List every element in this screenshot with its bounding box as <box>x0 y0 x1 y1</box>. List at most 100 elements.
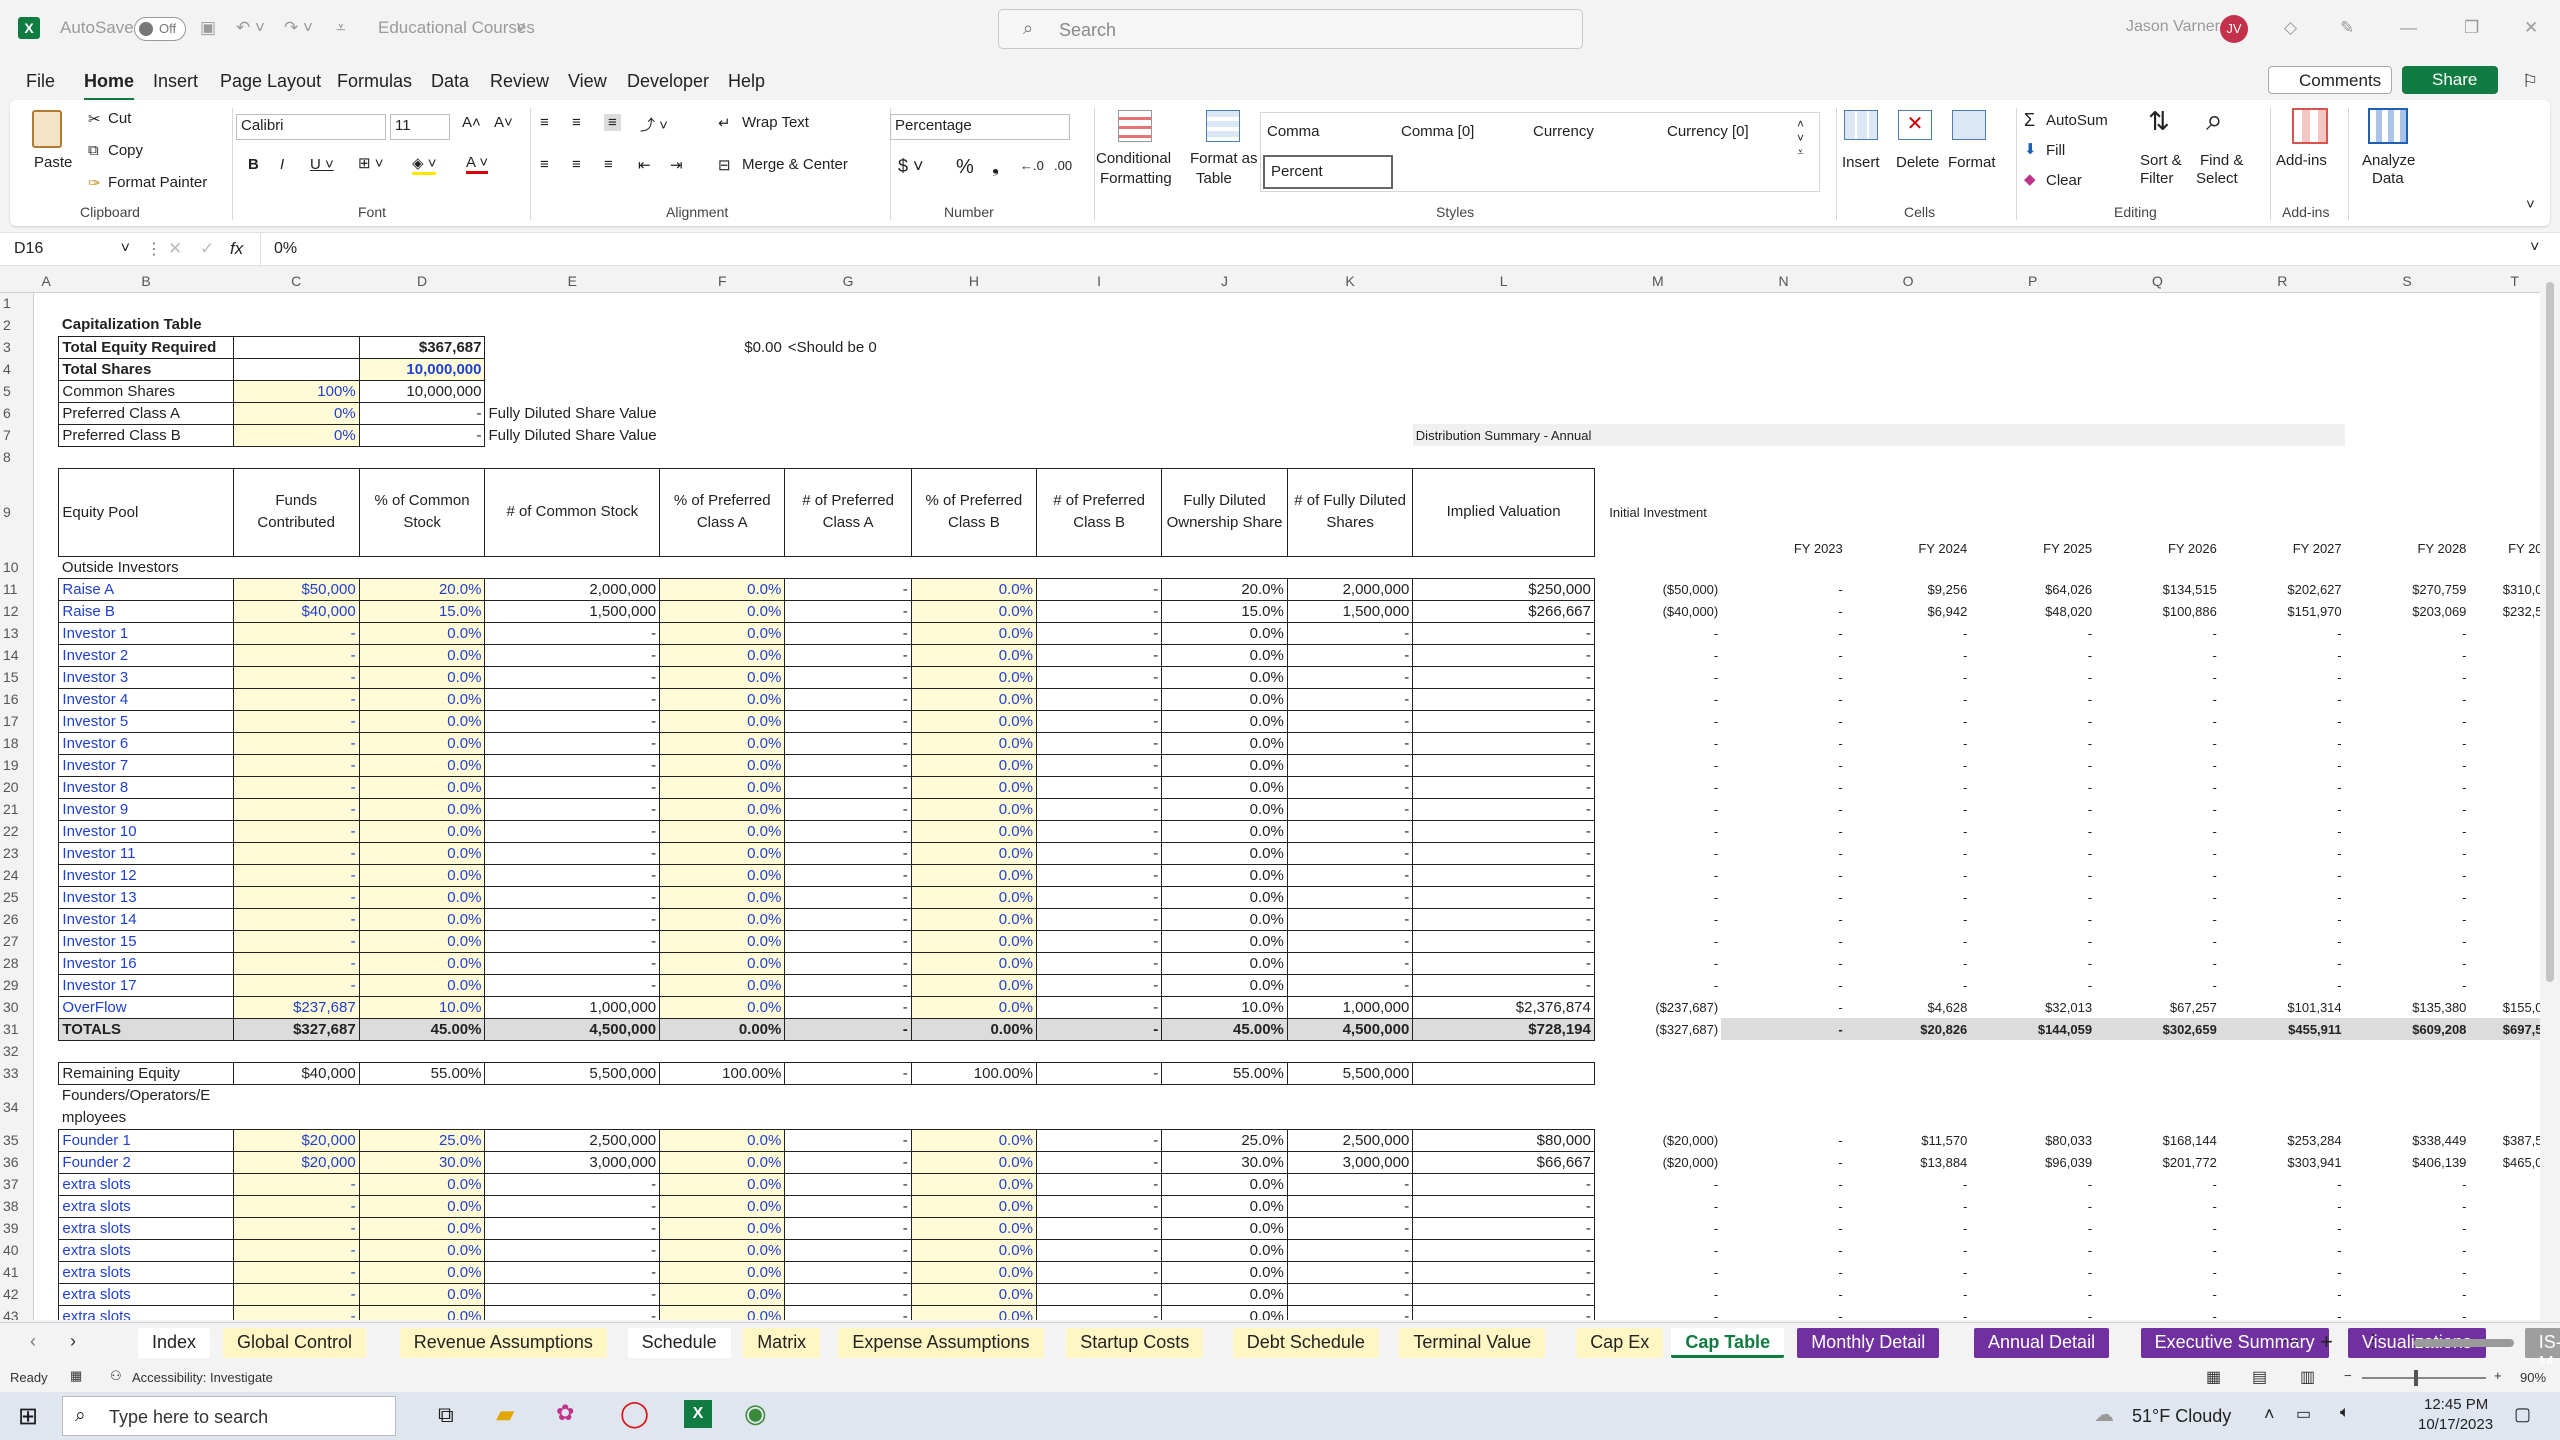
ownership-cell[interactable]: 0.0% <box>1161 665 1288 689</box>
menu-formulas[interactable]: Formulas <box>337 71 412 92</box>
cell[interactable] <box>911 358 1036 380</box>
pct-pref-a-cell[interactable]: 0.0% <box>659 1172 786 1196</box>
distribution-cell[interactable]: $6,942 <box>1846 600 1971 622</box>
cell[interactable] <box>2095 358 2220 380</box>
row-header[interactable]: 1 <box>0 292 34 314</box>
cell[interactable] <box>485 292 660 314</box>
pct-pref-b-cell[interactable]: 0.0% <box>910 907 1038 931</box>
totals-dist[interactable]: $20,826 <box>1845 1018 1971 1040</box>
orientation-icon[interactable]: ⤴ ˅ <box>640 114 668 135</box>
distribution-cell[interactable]: - <box>2345 754 2470 776</box>
distribution-cell[interactable]: - <box>2095 864 2220 886</box>
remaining-cell[interactable]: - <box>1035 1061 1163 1085</box>
cell[interactable] <box>1594 446 1721 468</box>
pct-common-cell[interactable]: 0.0% <box>358 1194 486 1218</box>
ownership-cell[interactable]: 0.0% <box>1161 1194 1288 1218</box>
cell[interactable] <box>232 357 360 381</box>
num-pref-a-cell[interactable]: - <box>784 1172 912 1196</box>
cell[interactable] <box>1594 1084 1721 1129</box>
distribution-cell[interactable]: - <box>2345 930 2470 952</box>
funds-cell[interactable]: $20,000 <box>232 1128 360 1152</box>
pct-pref-b-cell[interactable]: 0.0% <box>910 753 1038 777</box>
merge-center-button[interactable]: Merge & Center <box>742 156 848 173</box>
cell[interactable] <box>2095 1040 2220 1062</box>
investor-name[interactable]: Investor 1 <box>58 621 234 645</box>
num-pref-a-cell[interactable]: - <box>784 995 912 1019</box>
initial-investment-cell[interactable]: - <box>1594 974 1721 996</box>
investor-name[interactable]: extra slots <box>58 1282 234 1306</box>
row-header[interactable]: 22 <box>0 820 34 842</box>
valuation-cell[interactable]: - <box>1412 753 1595 777</box>
pct-common-cell[interactable]: 0.0% <box>358 687 486 711</box>
formula-input[interactable]: 0% <box>274 240 297 258</box>
diluted-shares-cell[interactable]: - <box>1286 665 1414 689</box>
cell[interactable] <box>33 600 58 622</box>
distribution-cell[interactable]: - <box>2220 644 2345 666</box>
valuation-cell[interactable]: $250,000 <box>1412 577 1595 601</box>
num-common-cell[interactable]: - <box>484 1304 661 1320</box>
row-header[interactable]: 4 <box>0 358 34 380</box>
pct-pref-b-cell[interactable]: 0.0% <box>910 1172 1038 1196</box>
cell[interactable] <box>59 446 233 468</box>
cell[interactable] <box>1287 358 1412 380</box>
cell[interactable] <box>1846 446 1971 468</box>
ownership-cell[interactable]: 0.0% <box>1161 973 1288 997</box>
pct-pref-b-cell[interactable]: 0.0% <box>910 1216 1038 1240</box>
ownership-cell[interactable]: 30.0% <box>1161 1150 1288 1174</box>
funds-cell[interactable]: - <box>232 687 360 711</box>
ownership-cell[interactable]: 15.0% <box>1161 599 1288 623</box>
cell[interactable] <box>485 314 660 336</box>
pct-pref-a-cell[interactable]: 0.0% <box>659 577 786 601</box>
funds-cell[interactable]: - <box>232 1282 360 1306</box>
distribution-cell[interactable]: - <box>2220 908 2345 930</box>
num-pref-b-cell[interactable]: - <box>1035 687 1163 711</box>
sheet-tab[interactable]: Index <box>138 1328 211 1358</box>
cell[interactable] <box>33 754 58 776</box>
pct-pref-b-cell[interactable]: 0.0% <box>910 643 1038 667</box>
cell[interactable] <box>1162 1040 1288 1062</box>
expand-formula-icon[interactable]: ˅ <box>2530 239 2539 257</box>
cell[interactable] <box>1413 1084 1595 1129</box>
sheet-tab[interactable]: Monthly Detail <box>1797 1328 1940 1358</box>
cell[interactable] <box>1970 1062 2095 1084</box>
initial-investment-cell[interactable]: - <box>1594 644 1721 666</box>
menu-developer[interactable]: Developer <box>627 71 709 92</box>
totals-dist[interactable]: $302,659 <box>2095 1018 2220 1040</box>
row-header[interactable]: 40 <box>0 1239 34 1261</box>
row-header[interactable]: 5 <box>0 380 34 402</box>
distribution-cell[interactable]: - <box>1721 1173 1846 1195</box>
cell[interactable] <box>485 336 660 358</box>
column-header[interactable]: R <box>2219 270 2345 293</box>
distribution-cell[interactable]: - <box>1721 908 1846 930</box>
clock-time[interactable]: 12:45 PM <box>2424 1396 2488 1413</box>
distribution-cell[interactable]: - <box>2095 666 2220 688</box>
num-pref-a-cell[interactable]: - <box>784 929 912 953</box>
menu-insert[interactable]: Insert <box>153 71 198 92</box>
diluted-shares-cell[interactable]: - <box>1286 621 1414 645</box>
column-header[interactable]: N <box>1721 270 1846 293</box>
distribution-cell[interactable]: - <box>2220 952 2345 974</box>
cell[interactable] <box>2220 380 2345 402</box>
distribution-cell[interactable]: - <box>2095 1239 2220 1261</box>
distribution-cell[interactable]: $67,257 <box>2095 996 2220 1018</box>
num-pref-b-cell[interactable]: - <box>1035 1172 1163 1196</box>
cell[interactable] <box>660 292 785 314</box>
distribution-cell[interactable]: - <box>2345 864 2470 886</box>
distribution-cell[interactable]: - <box>2345 622 2470 644</box>
cell[interactable] <box>911 446 1036 468</box>
cell[interactable] <box>660 402 785 424</box>
distribution-cell[interactable]: - <box>1846 1305 1971 1321</box>
cell[interactable] <box>1287 556 1412 578</box>
cell[interactable] <box>1037 446 1162 468</box>
row-header[interactable]: 33 <box>0 1062 34 1084</box>
borders-icon[interactable]: ⊞ ˅ <box>358 154 384 172</box>
cell[interactable] <box>1970 336 2095 358</box>
pct-pref-a-cell[interactable]: 0.0% <box>659 797 786 821</box>
diluted-shares-cell[interactable]: - <box>1286 797 1414 821</box>
funds-cell[interactable]: - <box>232 1260 360 1284</box>
page-layout-view-icon[interactable]: ▤ <box>2252 1367 2267 1387</box>
distribution-cell[interactable]: - <box>2095 1217 2220 1239</box>
paste-icon[interactable] <box>32 110 62 148</box>
align-bottom-icon[interactable]: ≡ <box>604 114 621 131</box>
cell[interactable] <box>1594 314 1721 336</box>
